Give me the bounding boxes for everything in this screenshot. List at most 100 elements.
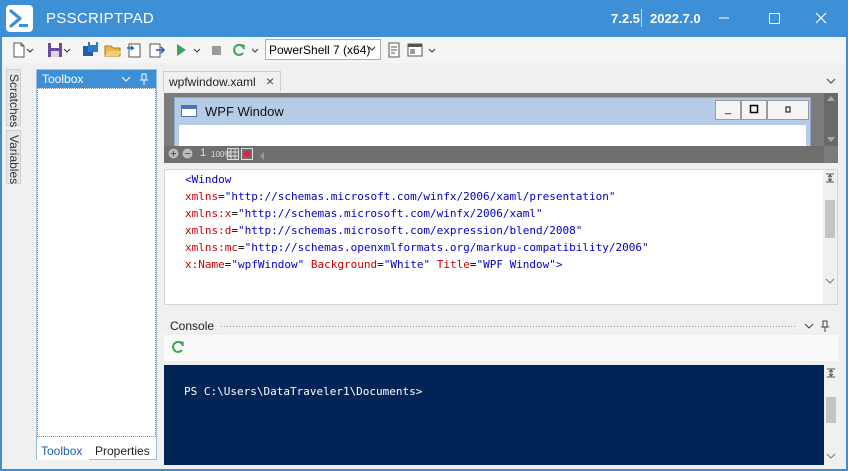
console-scrollbar[interactable] [824, 365, 838, 465]
grid-icon[interactable] [227, 148, 239, 163]
code-value: "White" [383, 258, 431, 271]
xaml-code-editor[interactable]: <Window xmlns="http://schemas.microsoft.… [164, 169, 838, 305]
save-icon[interactable] [46, 41, 64, 59]
console-scrollbar-thumb[interactable] [826, 397, 836, 423]
tab-label: Toolbox [41, 444, 83, 458]
code-line: xmlns="http://schemas.microsoft.com/winf… [185, 190, 615, 203]
code-tag: <Window [185, 173, 232, 186]
code-eq: = [231, 207, 238, 220]
code-scrollbar-thumb[interactable] [825, 200, 835, 238]
save-all-icon[interactable] [82, 41, 100, 59]
console-terminal[interactable]: PS C:\Users\DataTraveler1\Documents> [164, 365, 824, 465]
rail-tab-label: Variables [7, 135, 21, 185]
zoom-out-icon[interactable] [182, 148, 193, 162]
tab-label: Properties [95, 444, 150, 458]
app-logo-icon [6, 5, 33, 32]
chevron-down-icon [368, 43, 376, 58]
rail-tab-scratches[interactable]: Scratches [6, 69, 21, 127]
wpf-maximize-button[interactable] [741, 100, 767, 120]
run-icon[interactable] [172, 41, 190, 59]
code-tag: > [555, 258, 563, 271]
rail-tab-label: Scratches [7, 74, 21, 128]
code-line: xmlns:mc="http://schemas.openxmlformats.… [185, 241, 649, 254]
document-tab-strip: wpfwindow.xaml × [163, 69, 846, 91]
code-value: "wpfWindow" [231, 258, 305, 271]
wpf-close-button[interactable] [767, 100, 809, 120]
toolbox-header: Toolbox [37, 70, 156, 88]
toolbox-tab-strip: Toolbox Properties [37, 442, 156, 460]
xaml-designer: WPF Window _ 1 100% [164, 93, 838, 163]
chevron-down-icon[interactable] [121, 72, 131, 89]
code-value: "http://schemas.microsoft.com/winfx/2006… [224, 190, 616, 203]
maximize-button[interactable] [761, 6, 787, 30]
stop-icon[interactable] [208, 41, 226, 59]
console-toolbar [164, 335, 838, 361]
layout-icon[interactable] [406, 41, 424, 59]
wpf-window-title: WPF Window [205, 104, 284, 119]
tab-toolbox[interactable]: Toolbox [37, 442, 89, 460]
code-value: "http://schemas.openxmlformats.org/marku… [244, 241, 649, 254]
powershell-version-select[interactable]: PowerShell 7 (x64) [265, 39, 381, 60]
export-icon[interactable] [148, 41, 166, 59]
code-eq: = [218, 190, 225, 203]
code-attr: xmlns [185, 190, 219, 203]
close-button[interactable] [808, 6, 834, 30]
code-attr: x:Name [185, 258, 225, 271]
title-bar[interactable]: PSSCRIPTPAD 7.2.5 2022.7.0 [0, 0, 848, 37]
wpf-window-content [179, 125, 806, 147]
chevron-down-icon[interactable] [26, 43, 34, 57]
code-line: xmlns:d="http://schemas.microsoft.com/ex… [185, 224, 582, 237]
left-rail: Scratches Variables [2, 67, 24, 467]
chevron-left-icon[interactable] [258, 150, 266, 164]
designer-scrollbar[interactable] [824, 93, 838, 146]
chevron-down-icon[interactable] [251, 43, 259, 57]
code-line: x:Name="wpfWindow" Background="White" Ti… [185, 258, 563, 271]
toolbox-title: Toolbox [42, 72, 84, 86]
tab-properties[interactable]: Properties [91, 442, 156, 460]
console-prompt: PS C:\Users\DataTraveler1\Documents> [184, 385, 423, 398]
designer-zoom-bar: 1 100% [164, 146, 824, 163]
code-attr: xmlns:mc [185, 241, 238, 254]
code-attr: xmlns:x [185, 207, 232, 220]
app-window: PSSCRIPTPAD 7.2.5 2022.7.0 PowerShell 7 … [0, 0, 848, 471]
wpf-window-preview[interactable]: WPF Window _ [174, 97, 811, 147]
app-title: PSSCRIPTPAD [46, 10, 155, 27]
code-eq: = [237, 241, 245, 254]
console-grip[interactable] [220, 325, 795, 329]
window-icon [181, 105, 197, 117]
build-label: 2022.7.0 [650, 11, 701, 26]
chevron-down-icon[interactable] [63, 43, 71, 57]
code-line: xmlns:x="http://schemas.microsoft.com/wi… [185, 207, 543, 220]
minimize-button[interactable] [711, 6, 737, 30]
code-value: "WPF Window" [476, 258, 556, 271]
code-attr: xmlns:d [185, 224, 232, 237]
zoom-in-icon[interactable] [168, 148, 179, 162]
chevron-down-icon[interactable] [193, 43, 201, 57]
pin-icon[interactable] [139, 72, 149, 89]
console-title: Console [170, 319, 215, 333]
rail-tab-variables[interactable]: Variables [6, 130, 21, 184]
pin-icon[interactable] [820, 319, 830, 336]
close-icon[interactable]: × [266, 73, 274, 89]
chevron-down-icon[interactable] [826, 75, 836, 90]
chevron-down-icon[interactable] [804, 319, 814, 336]
code-value: "http://schemas.microsoft.com/expression… [237, 224, 583, 237]
wpf-minimize-button[interactable]: _ [715, 100, 741, 120]
open-folder-icon[interactable] [104, 41, 122, 59]
code-value: "http://schemas.microsoft.com/winfx/2006… [237, 207, 543, 220]
toolbox-content [37, 88, 156, 437]
main-toolbar: PowerShell 7 (x64) [2, 37, 846, 63]
tab-wpfwindow-xaml[interactable]: wpfwindow.xaml × [163, 71, 281, 91]
document-icon[interactable] [385, 41, 403, 59]
console-header: Console [164, 317, 838, 335]
import-icon[interactable] [126, 41, 144, 59]
console-refresh-icon[interactable] [170, 339, 186, 358]
tab-label: wpfwindow.xaml [169, 75, 256, 89]
code-line: <Window [185, 173, 231, 186]
code-attr: Background [310, 258, 378, 271]
code-scrollbar[interactable] [823, 170, 837, 304]
powershell-version-label: PowerShell 7 (x64) [269, 43, 371, 57]
snap-icon[interactable] [241, 148, 253, 163]
refresh-icon[interactable] [230, 41, 248, 59]
chevron-down-icon[interactable] [428, 43, 436, 57]
